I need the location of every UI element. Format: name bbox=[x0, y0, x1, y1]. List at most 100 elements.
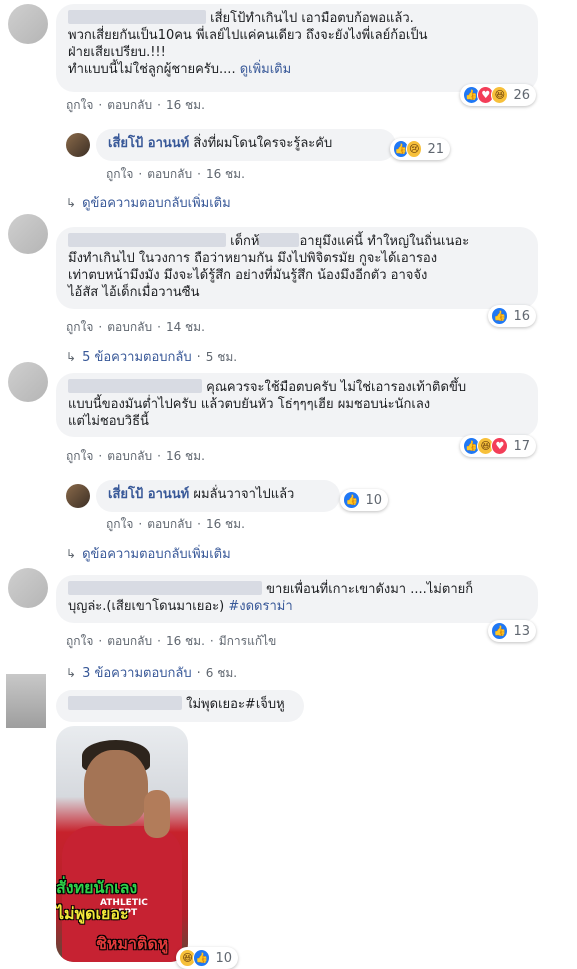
commenter-avatar[interactable] bbox=[8, 568, 48, 608]
commenter-avatar[interactable] bbox=[8, 214, 48, 254]
reply-button[interactable]: ตอบกลับ bbox=[147, 517, 192, 531]
reply-text: ผมลั่นวาจาไปแล้ว bbox=[193, 487, 295, 502]
commenter-avatar[interactable] bbox=[8, 362, 48, 402]
haha-icon: 😆 bbox=[491, 86, 509, 104]
hashtag-link[interactable]: #งดดราม่า bbox=[228, 599, 292, 614]
comment-text: เท่าตบหน้ามึงมัง มึงจะได้รู้สึก อย่างที่… bbox=[68, 268, 428, 283]
timestamp[interactable]: 16 ชม. bbox=[166, 449, 205, 463]
comment-text: บุญล่ะ.(เสียเขาโดนมาเยอะ) bbox=[68, 599, 225, 614]
comment-text: ใม่พุดเยอะ#เจ็บหู bbox=[186, 697, 285, 712]
view-replies-link[interactable]: ↳ 5 ข้อความตอบกลับ · 5 ชม. bbox=[66, 346, 237, 367]
reaction-count: 10 bbox=[365, 492, 382, 508]
like-icon: 👍 bbox=[193, 949, 211, 967]
comment-actions: ถูกใจ · ตอบกลับ · 16 ชม. · มีการแก้ไข bbox=[66, 634, 277, 648]
comment-actions: ถูกใจ · ตอบกลับ · 14 ชม. bbox=[66, 320, 205, 334]
like-icon: 👍 bbox=[343, 491, 361, 509]
comment-text: คุณควรจะใช้มือตบครับ ไม่ใช่เอารองเท้าติด… bbox=[206, 380, 467, 395]
like-button[interactable]: ถูกใจ bbox=[106, 167, 133, 181]
view-replies-label: 3 ข้อความตอบกลับ bbox=[82, 666, 192, 681]
reply-author-link[interactable]: เสี่ยโป้ อานนท์ bbox=[108, 136, 189, 151]
view-more-replies-label: ดูข้อความตอบกลับเพิ่มเติม bbox=[82, 196, 231, 211]
view-more-replies-link[interactable]: ↳ ดูข้อความตอบกลับเพิ่มเติม bbox=[66, 192, 231, 213]
reaction-summary[interactable]: 👍 ♥ 😆 26 bbox=[460, 84, 536, 106]
reaction-count: 21 bbox=[427, 141, 444, 157]
see-more-link[interactable]: ดูเพิ่มเติม bbox=[240, 62, 291, 77]
comment-text: ขายเพื่อนที่เกาะเขาดังมา ....ไม่ตายก็ bbox=[266, 582, 474, 597]
reaction-summary[interactable]: 👍 10 bbox=[340, 489, 388, 511]
comment-bubble: คุณควรจะใช้มือตบครับ ไม่ใช่เอารองเท้าติด… bbox=[56, 373, 538, 437]
comment-actions: ถูกใจ · ตอบกลับ · 16 ชม. bbox=[66, 449, 205, 463]
reply-bubble: เสี่ยโป้ อานนท์ สิ่งที่ผมโดนใครจะรู้ละคั… bbox=[96, 129, 396, 161]
timestamp[interactable]: 16 ชม. bbox=[206, 167, 245, 181]
timestamp[interactable]: 14 ชม. bbox=[166, 320, 205, 334]
reaction-summary[interactable]: 👍 13 bbox=[488, 620, 536, 642]
reply-bubble: เสี่ยโป้ อานนท์ ผมลั่นวาจาไปแล้ว bbox=[96, 480, 340, 512]
like-button[interactable]: ถูกใจ bbox=[106, 517, 133, 531]
reply-button[interactable]: ตอบกลับ bbox=[107, 449, 152, 463]
reply-time: 6 ชม. bbox=[205, 666, 238, 680]
reply-arrow-icon: ↳ bbox=[66, 196, 77, 210]
comment-text: พวกเสี่ยยกันเป็น10คน พี่เลย์ไปแค่คนเดียว… bbox=[68, 28, 428, 43]
reply-button[interactable]: ตอบกลับ bbox=[147, 167, 192, 181]
timestamp[interactable]: 16 ชม. bbox=[166, 98, 205, 112]
like-button[interactable]: ถูกใจ bbox=[66, 449, 93, 463]
edited-label[interactable]: มีการแก้ไข bbox=[219, 634, 277, 648]
reaction-count: 13 bbox=[513, 623, 530, 639]
reaction-summary[interactable]: 👍 😢 21 bbox=[390, 138, 450, 160]
comment-text: เสี่ยโป้ทำเกินไป เอามือตบก้อพอแล้ว. bbox=[210, 11, 414, 26]
like-icon: 👍 bbox=[491, 622, 509, 640]
love-icon: ♥ bbox=[491, 437, 509, 455]
comment-text: ไอ้สัส ไอ้เด็กเมื่อวานซืน bbox=[68, 285, 200, 300]
photo-caption-line-1: สั่งทยนักเลง bbox=[56, 878, 138, 897]
reaction-count: 26 bbox=[513, 87, 531, 103]
timestamp[interactable]: 16 ชม. bbox=[206, 517, 245, 531]
comment-photo[interactable]: ATHLETIC DEPT สั่งทยนักเลง ไม่พูดเยอะ ชิห… bbox=[56, 726, 188, 962]
comment-bubble: ใม่พุดเยอะ#เจ็บหู bbox=[56, 690, 304, 722]
reply-button[interactable]: ตอบกลับ bbox=[107, 634, 152, 648]
like-button[interactable]: ถูกใจ bbox=[66, 634, 93, 648]
reaction-summary[interactable]: 👍 16 bbox=[488, 305, 536, 327]
blurred-name bbox=[68, 581, 262, 595]
sad-icon: 😢 bbox=[406, 140, 423, 158]
commenter-avatar[interactable] bbox=[6, 674, 46, 728]
reply-actions: ถูกใจ · ตอบกลับ · 16 ชม. bbox=[106, 167, 245, 181]
reply-arrow-icon: ↳ bbox=[66, 547, 77, 561]
like-button[interactable]: ถูกใจ bbox=[66, 98, 93, 112]
blurred-name bbox=[68, 233, 226, 247]
comment-bubble: เสี่ยโป้ทำเกินไป เอามือตบก้อพอแล้ว. พวกเ… bbox=[56, 4, 538, 92]
comment-actions: ถูกใจ · ตอบกลับ · 16 ชม. bbox=[66, 98, 205, 112]
reply-button[interactable]: ตอบกลับ bbox=[107, 320, 152, 334]
reaction-summary[interactable]: 👍 😆 ♥ 17 bbox=[460, 435, 536, 457]
blurred-word bbox=[259, 233, 300, 247]
reply-time: 5 ชม. bbox=[205, 350, 238, 364]
comment-text: เด็กห้ bbox=[230, 234, 260, 249]
photo-hand bbox=[144, 790, 170, 838]
view-replies-label: 5 ข้อความตอบกลับ bbox=[82, 350, 192, 365]
photo-caption-line-2: ไม่พูดเยอะ bbox=[56, 904, 129, 923]
comment-text: มึงทำเกินไป ในวงการ ถือว่าหยามกัน มึงไปพ… bbox=[68, 251, 438, 266]
commenter-avatar[interactable] bbox=[8, 4, 48, 44]
photo-caption-line-3: ชิหมาติดหู bbox=[96, 934, 169, 953]
blurred-name bbox=[68, 379, 202, 393]
reply-button[interactable]: ตอบกลับ bbox=[107, 98, 152, 112]
reaction-count: 16 bbox=[513, 308, 530, 324]
view-more-replies-link[interactable]: ↳ ดูข้อความตอบกลับเพิ่มเติม bbox=[66, 543, 231, 564]
view-more-replies-label: ดูข้อความตอบกลับเพิ่มเติม bbox=[82, 547, 231, 562]
timestamp[interactable]: 16 ชม. bbox=[166, 634, 205, 648]
reply-actions: ถูกใจ · ตอบกลับ · 16 ชม. bbox=[106, 517, 245, 531]
photo-face bbox=[84, 750, 148, 826]
comment-text: แต่ไม่ชอบวิธีนี้ bbox=[68, 414, 149, 429]
reply-author-link[interactable]: เสี่ยโป้ อานนท์ bbox=[108, 487, 189, 502]
view-replies-link[interactable]: ↳ 3 ข้อความตอบกลับ · 6 ชม. bbox=[66, 662, 237, 683]
reply-avatar[interactable] bbox=[66, 133, 90, 157]
reply-arrow-icon: ↳ bbox=[66, 350, 77, 364]
reaction-count: 10 bbox=[215, 950, 232, 966]
reaction-count: 17 bbox=[513, 438, 531, 454]
reply-avatar[interactable] bbox=[66, 484, 90, 508]
comment-text: อายุมึงแค่นี้ ทำใหญ่ในถิ่นเนอะ bbox=[299, 234, 470, 249]
comment-text: แบบนี้ของมันต่ำไปครับ แล้วตบยันหัว โธ่ๆๆ… bbox=[68, 397, 431, 412]
blurred-name bbox=[68, 696, 182, 710]
like-button[interactable]: ถูกใจ bbox=[66, 320, 93, 334]
reaction-summary[interactable]: 😆 👍 10 bbox=[176, 947, 238, 969]
reply-arrow-icon: ↳ bbox=[66, 666, 77, 680]
